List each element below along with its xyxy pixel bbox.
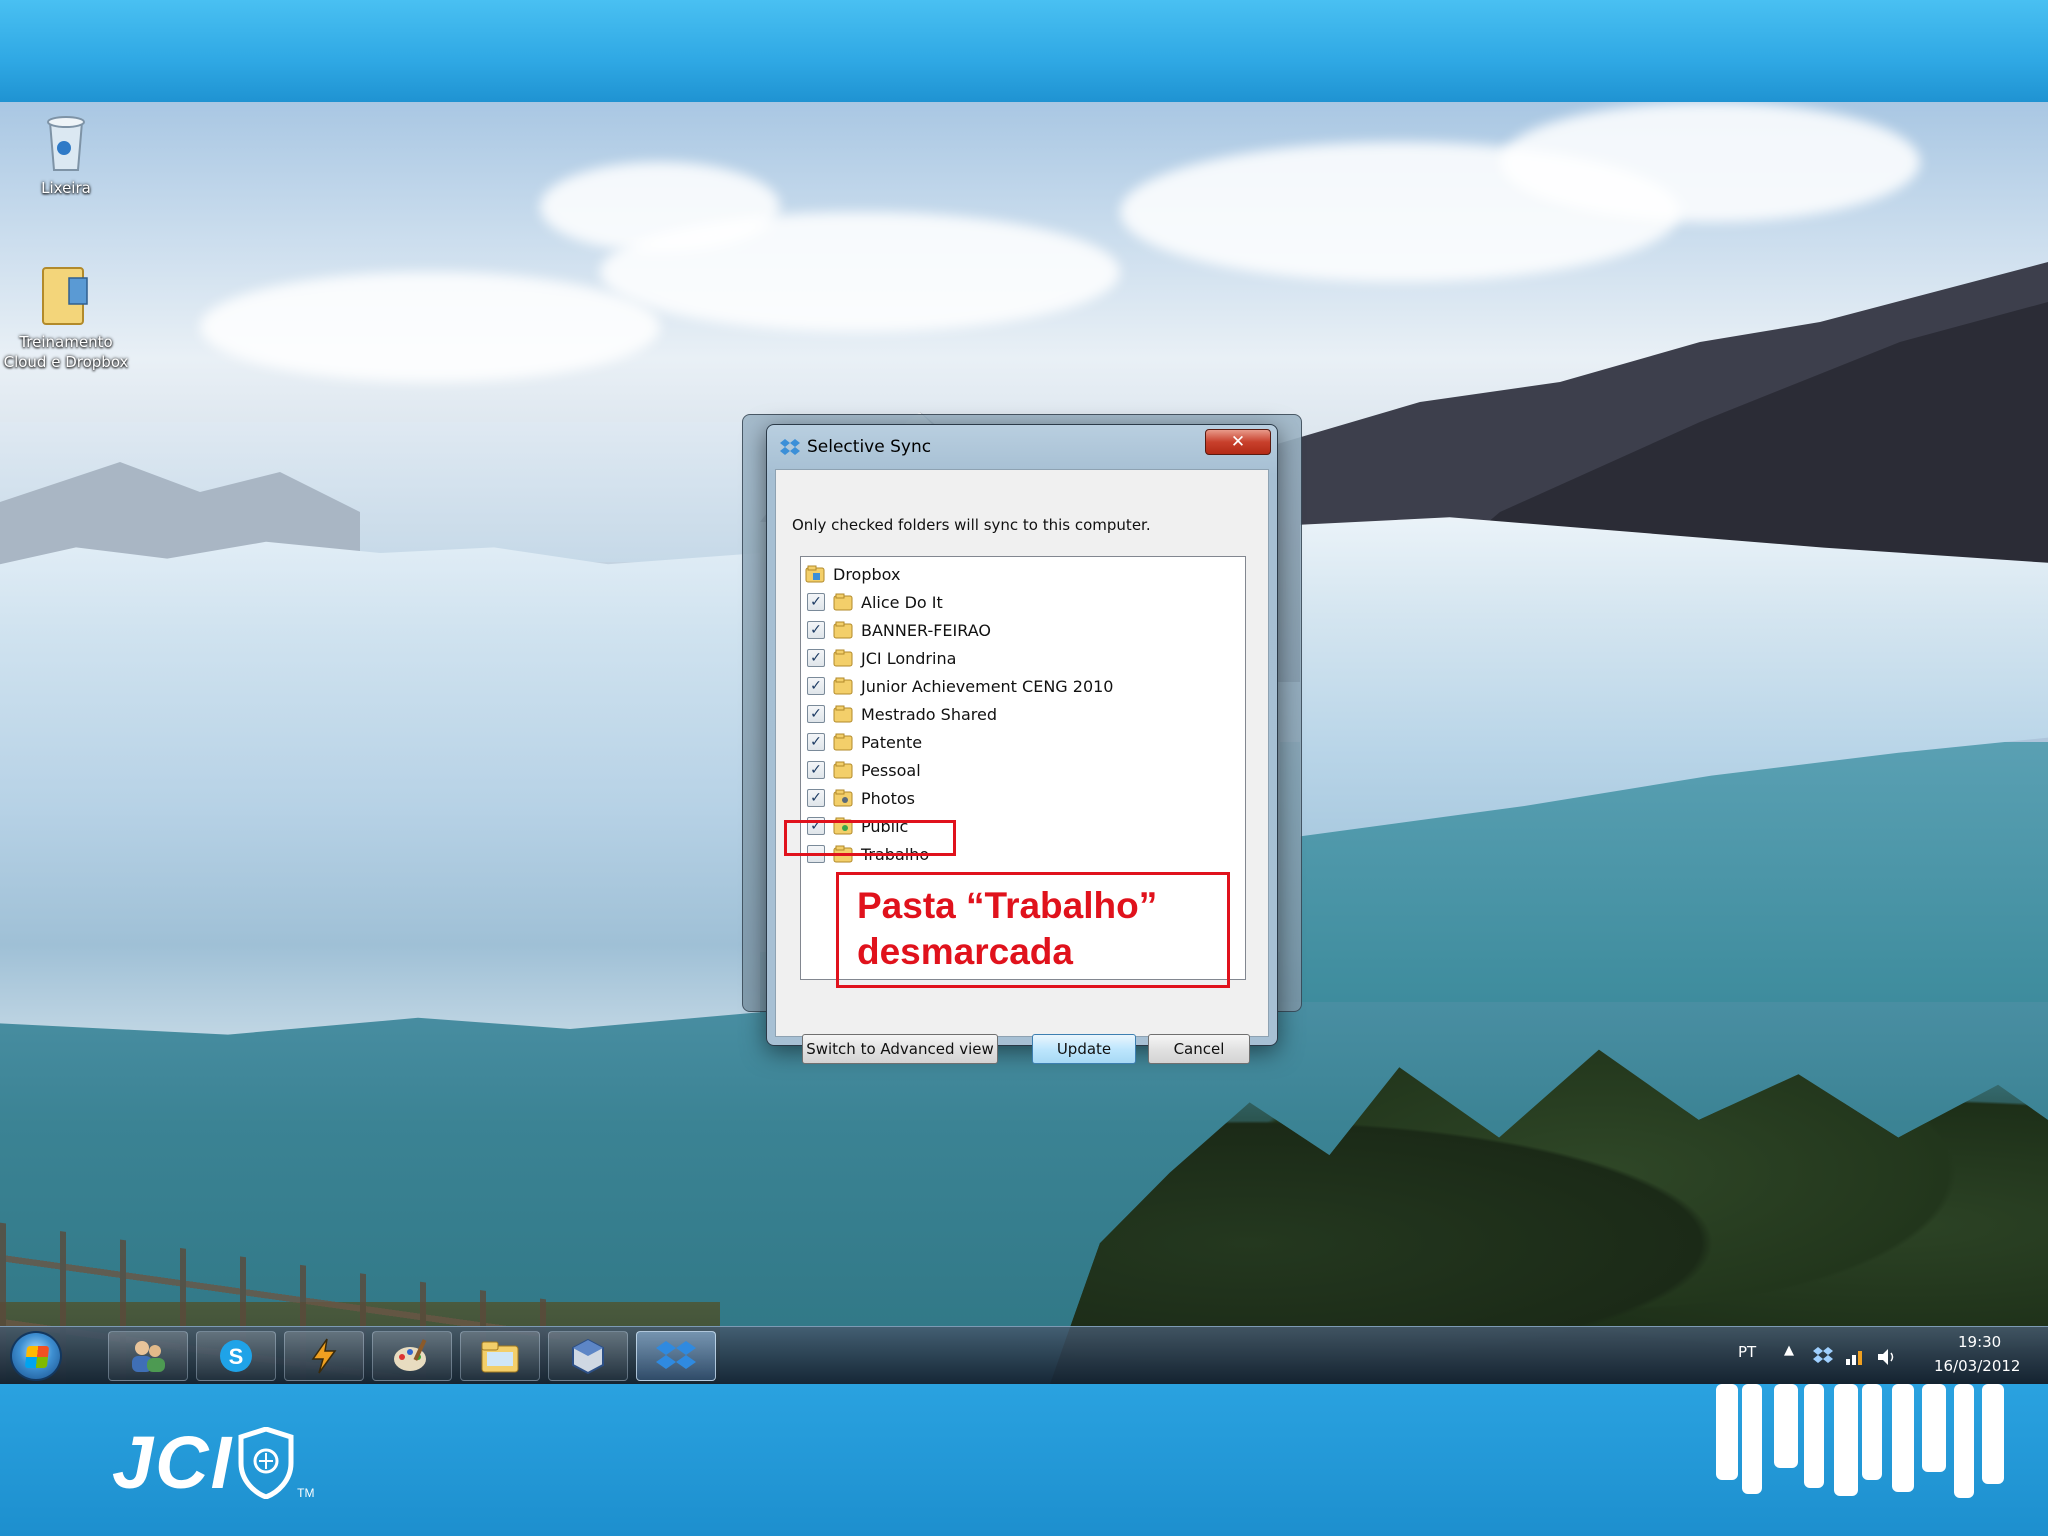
paint-icon <box>394 1339 427 1371</box>
clock-date[interactable]: 16/03/2012 <box>1934 1357 2020 1375</box>
svg-text:S: S <box>229 1344 244 1369</box>
jci-logo: JCI TM <box>112 1420 314 1505</box>
folder-label: Mestrado Shared <box>861 704 997 724</box>
instruction-text: Only checked folders will sync to this c… <box>792 516 1151 534</box>
folder-label: Alice Do It <box>861 592 943 612</box>
start-button[interactable] <box>10 1331 62 1381</box>
volume-icon[interactable] <box>1876 1347 1896 1367</box>
network-icon[interactable] <box>1844 1347 1866 1367</box>
taskbar-app-winamp[interactable] <box>284 1331 364 1381</box>
annotation-line-2: desmarcada <box>857 931 1073 972</box>
folder-row[interactable]: ✓ Alice Do It <box>807 589 943 615</box>
desktop-icon-label: Treinamento Cloud e Dropbox <box>3 333 129 371</box>
folder-icon <box>833 677 853 695</box>
slide-header-bar <box>0 0 2048 102</box>
folder-row[interactable]: ✓ Photos <box>807 785 915 811</box>
annotation-callout: Pasta “Trabalho” desmarcada <box>836 872 1230 988</box>
folder-checkbox[interactable]: ✓ <box>807 677 825 695</box>
explorer-icon <box>481 1341 519 1373</box>
dialog-title: Selective Sync <box>807 437 932 457</box>
cloud <box>1500 102 1920 222</box>
close-button[interactable]: ✕ <box>1205 429 1271 455</box>
tree-root-label: Dropbox <box>833 564 901 584</box>
folder-row[interactable]: ✓ JCI Londrina <box>807 645 956 671</box>
folder-checkbox[interactable]: ✓ <box>807 705 825 723</box>
cloud <box>600 212 1120 332</box>
language-indicator[interactable]: PT <box>1738 1343 1756 1361</box>
folder-label: BANNER-FEIRAO <box>861 620 991 640</box>
virtualbox-icon <box>572 1338 604 1375</box>
folder-label: Patente <box>861 732 923 752</box>
folder-icon <box>833 621 853 639</box>
folder-checkbox[interactable]: ✓ <box>807 649 825 667</box>
folder-icon <box>833 649 853 667</box>
show-hidden-icons-icon[interactable]: ▲ <box>1784 1343 1794 1358</box>
taskbar-app-virtualbox[interactable] <box>548 1331 628 1381</box>
folder-label: Junior Achievement CENG 2010 <box>861 676 1114 696</box>
folder-row[interactable]: ✓ Junior Achievement CENG 2010 <box>807 673 1113 699</box>
taskbar-app-skype[interactable]: S <box>196 1331 276 1381</box>
annotation-line-1: Pasta “Trabalho” <box>857 885 1158 926</box>
folder-row[interactable]: ✓ Pessoal <box>807 757 921 783</box>
trademark-mark: TM <box>297 1485 315 1500</box>
folder-icon <box>42 267 88 325</box>
folder-icon <box>833 593 853 611</box>
folder-label: JCI Londrina <box>861 648 957 668</box>
dropbox-folder-icon <box>805 565 825 583</box>
jci-shield-icon <box>238 1426 294 1499</box>
people-silhouettes-decoration <box>1716 1384 2004 1498</box>
taskbar-app-paint[interactable] <box>372 1331 452 1381</box>
dropbox-icon <box>656 1341 696 1369</box>
folder-icon <box>833 761 853 779</box>
system-tray: PT ▲ 19:30 16/03/2012 <box>1708 1327 2048 1385</box>
dropbox-icon <box>780 439 800 455</box>
jci-logo-text: JCI <box>112 1421 234 1504</box>
folder-checkbox[interactable]: ✓ <box>807 761 825 779</box>
taskbar-app-users[interactable] <box>108 1331 188 1381</box>
tree-root[interactable]: Dropbox <box>805 561 900 587</box>
clock-time[interactable]: 19:30 <box>1958 1333 2001 1351</box>
folder-label: Pessoal <box>861 760 921 780</box>
folder-icon <box>833 733 853 751</box>
folder-checkbox[interactable]: ✓ <box>807 593 825 611</box>
desktop-icon-recycle-bin[interactable]: Lixeira <box>0 112 132 198</box>
folder-checkbox[interactable]: ✓ <box>807 733 825 751</box>
folder-checkbox[interactable]: ✓ <box>807 621 825 639</box>
winamp-icon <box>311 1338 337 1374</box>
update-button[interactable]: Update <box>1032 1034 1136 1064</box>
cancel-button[interactable]: Cancel <box>1148 1034 1250 1064</box>
folder-checkbox[interactable]: ✓ <box>807 789 825 807</box>
highlight-box <box>784 820 956 856</box>
folder-row[interactable]: ✓ BANNER-FEIRAO <box>807 617 991 643</box>
desktop-icon-training-folder[interactable]: Treinamento Cloud e Dropbox <box>0 262 132 372</box>
taskbar-app-dropbox[interactable] <box>636 1331 716 1381</box>
folder-icon <box>833 705 853 723</box>
folder-row[interactable]: ✓ Patente <box>807 729 922 755</box>
folder-row[interactable]: ✓ Mestrado Shared <box>807 701 997 727</box>
cloud <box>200 272 660 382</box>
desktop-icon-label: Lixeira <box>41 179 91 197</box>
taskbar: S PT ▲ 19:30 16/03/2012 <box>0 1326 2048 1384</box>
advanced-view-button[interactable]: Switch to Advanced view <box>802 1034 998 1064</box>
folder-label: Photos <box>861 788 915 808</box>
dropbox-tray-icon[interactable] <box>1812 1345 1834 1367</box>
skype-icon: S <box>220 1340 252 1372</box>
taskbar-app-explorer[interactable] <box>460 1331 540 1381</box>
users-icon <box>132 1341 165 1372</box>
windows-logo-icon <box>24 1346 50 1368</box>
glacier-left <box>0 541 760 1035</box>
photos-folder-icon <box>833 789 853 807</box>
recycle-bin-icon <box>47 116 85 171</box>
